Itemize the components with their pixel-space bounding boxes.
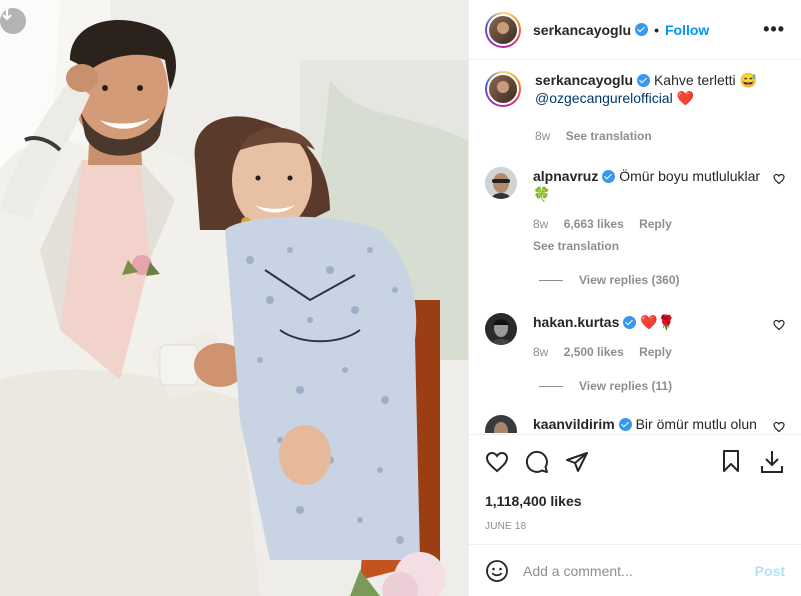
caption-see-translation[interactable]: See translation [566,129,652,143]
post-actions: 1,118,400 likes JUNE 18 [469,434,801,532]
post-comment-button[interactable]: Post [755,563,785,579]
post-panel: serkancayoglu • Follow ••• serkancayoglu… [468,0,801,596]
comment-see-translation[interactable]: See translation [533,237,765,255]
caption-avatar[interactable] [485,71,521,107]
comment-reply-button[interactable]: Reply [639,345,672,359]
comment-row: kaanvildirim Bir ömür mutlu olun [485,415,785,433]
author-avatar[interactable] [485,11,521,48]
download-badge[interactable] [0,8,26,34]
comment-row: hakan.kurtas ❤️🌹 8w 2,500 likes Reply [485,313,785,361]
emoji-icon[interactable] [485,559,509,583]
action-icons-right [703,449,785,475]
caption-text: serkancayoglu Kahve terletti 😅 @ozgecang… [521,71,785,145]
view-replies-button[interactable]: View replies (11) [539,379,785,393]
caption-body: Kahve terletti [653,72,736,88]
likes-count[interactable]: 1,118,400 likes [485,493,785,509]
comment-likes[interactable]: 2,500 likes [564,345,624,359]
view-replies-label[interactable]: View replies (360) [579,273,680,287]
comment-like-heart-icon[interactable] [773,173,785,185]
add-comment-input[interactable] [523,562,755,579]
comment-emoji: 🍀 [533,186,551,202]
share-icon[interactable] [565,450,589,474]
more-icon[interactable]: ••• [763,19,785,40]
caption-meta: 8w See translation [535,127,785,145]
comment-meta: 8w 2,500 likes Reply [533,343,765,361]
comment-text: hakan.kurtas ❤️🌹 8w 2,500 likes Reply [517,313,785,361]
verified-icon [623,316,637,329]
bookmark-icon[interactable] [719,449,743,473]
comment-icon[interactable] [525,450,549,474]
action-icons [485,449,785,475]
follow-button[interactable]: Follow [665,22,709,38]
commenter-username[interactable]: hakan.kurtas [533,314,619,330]
verified-icon [635,23,649,36]
commenter-username[interactable]: kaanvildirim [533,416,615,432]
comment-meta: 8w 6,663 likes Reply [533,215,765,233]
post-photo [0,0,468,596]
comment-like-heart-icon[interactable] [773,319,785,331]
comment-like-heart-icon[interactable] [773,421,785,433]
download-icon[interactable] [759,449,785,475]
comment-reply-button[interactable]: Reply [639,217,672,231]
verified-icon [637,74,651,87]
comment-text: kaanvildirim Bir ömür mutlu olun [517,415,785,433]
commenter-username[interactable]: alpnavruz [533,168,598,184]
add-comment-bar: Post [469,544,801,596]
caption-heart-emoji: ❤️ [676,90,695,106]
heart-icon[interactable] [485,450,509,474]
replies-divider [539,279,563,281]
comment-body: Bir ömür mutlu olun [635,416,757,432]
comment-emoji: ❤️🌹 [640,314,676,330]
separator-dot: • [654,21,659,38]
comment-row: alpnavruz Ömür boyu mutluluklar 🍀 8w 6,6… [485,167,785,255]
caption-time[interactable]: 8w [535,129,550,143]
commenter-avatar[interactable] [485,167,517,199]
comment-text: alpnavruz Ömür boyu mutluluklar 🍀 8w 6,6… [517,167,785,255]
commenter-avatar[interactable] [485,313,517,345]
comment-body: Ömür boyu mutluluklar [619,168,761,184]
comment-likes[interactable]: 6,663 likes [564,217,624,231]
verified-icon [618,418,632,431]
verified-icon [602,170,616,183]
comment-time[interactable]: 8w [533,345,548,359]
comment-time[interactable]: 8w [533,217,548,231]
caption-username[interactable]: serkancayoglu [535,72,633,88]
author-username[interactable]: serkancayoglu [533,22,631,38]
comments-list[interactable]: serkancayoglu Kahve terletti 😅 @ozgecang… [469,61,801,433]
replies-divider [539,385,563,387]
post-photo-illustration [0,0,468,596]
caption-mention[interactable]: @ozgecangurelofficial [535,90,673,106]
caption-emoji: 😅 [739,72,757,88]
view-replies-label[interactable]: View replies (11) [579,379,672,393]
caption-row: serkancayoglu Kahve terletti 😅 @ozgecang… [485,71,785,145]
post-header: serkancayoglu • Follow ••• [469,0,801,60]
post-date[interactable]: JUNE 18 [485,521,785,532]
view-replies-button[interactable]: View replies (360) [539,273,785,287]
download-icon [2,9,12,21]
commenter-avatar[interactable] [485,415,517,433]
